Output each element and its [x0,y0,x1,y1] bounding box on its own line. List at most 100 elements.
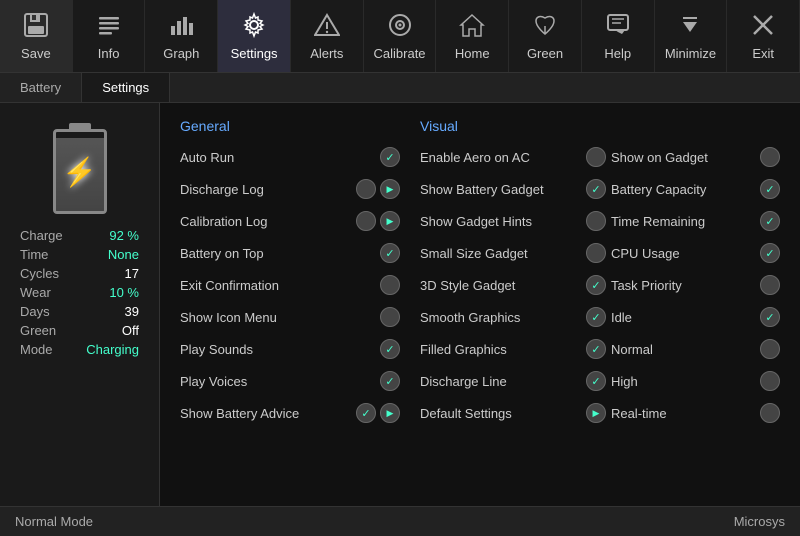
smooth-graphics-toggle[interactable] [586,307,606,327]
status-bar: Normal Mode Microsys [0,506,800,536]
setting-high: High [611,370,780,392]
show-icon-menu-toggle[interactable] [380,307,400,327]
visual-title: Visual [420,118,606,134]
stat-cycles: Cycles 17 [15,266,144,281]
nav-graph[interactable]: Graph [145,0,218,72]
setting-show-battery-gadget: Show Battery Gadget [420,178,606,200]
show-battery-advice-play[interactable] [380,403,400,423]
calibration-log-play[interactable] [380,211,400,231]
settings-panel: General Auto Run Discharge Log [160,103,800,506]
idle-toggle[interactable] [760,307,780,327]
general-title: General [180,118,400,134]
home-icon [459,12,485,42]
play-voices-toggle[interactable] [380,371,400,391]
nav-save-label: Save [21,46,51,61]
nav-help-label: Help [604,46,631,61]
setting-exit-confirmation: Exit Confirmation [180,274,400,296]
cpu-usage-toggle[interactable] [760,243,780,263]
main-content: ⚡ Charge 92 % Time None Cycles 17 Wear 1… [0,103,800,506]
enable-aero-toggle[interactable] [586,147,606,167]
discharge-log-play[interactable] [380,179,400,199]
setting-show-battery-advice: Show Battery Advice [180,402,400,424]
auto-run-toggle[interactable] [380,147,400,167]
high-toggle[interactable] [760,371,780,391]
status-left: Normal Mode [15,514,93,529]
save-icon [23,12,49,42]
setting-play-voices: Play Voices [180,370,400,392]
play-sounds-toggle[interactable] [380,339,400,359]
graph-icon [168,12,194,42]
setting-discharge-line: Discharge Line [420,370,606,392]
nav-minimize-label: Minimize [665,46,716,61]
nav-home[interactable]: Home [436,0,509,72]
setting-show-icon-menu: Show Icon Menu [180,306,400,328]
battery-lightning: ⚡ [62,155,97,188]
3d-style-gadget-toggle[interactable] [586,275,606,295]
setting-show-gadget-hints: Show Gadget Hints [420,210,606,232]
setting-task-priority: Task Priority [611,274,780,296]
nav-calibrate[interactable]: Calibrate [364,0,437,72]
nav-settings[interactable]: Settings [218,0,291,72]
calibration-log-toggle[interactable] [356,211,376,231]
settings-icon [241,12,267,42]
nav-info-label: Info [98,46,120,61]
nav-help[interactable]: Help [582,0,655,72]
alerts-icon [314,12,340,42]
time-remaining-toggle[interactable] [760,211,780,231]
stat-green: Green Off [15,323,144,338]
setting-smooth-graphics: Smooth Graphics [420,306,606,328]
setting-auto-run: Auto Run [180,146,400,168]
exit-icon [750,12,776,42]
show-gadget-hints-toggle[interactable] [586,211,606,231]
setting-normal: Normal [611,338,780,360]
discharge-line-toggle[interactable] [586,371,606,391]
normal-toggle[interactable] [760,339,780,359]
breadcrumb-battery[interactable]: Battery [0,73,82,102]
setting-enable-aero: Enable Aero on AC [420,146,606,168]
exit-confirmation-toggle[interactable] [380,275,400,295]
setting-3d-style-gadget: 3D Style Gadget [420,274,606,296]
nav-exit[interactable]: Exit [727,0,800,72]
calibrate-icon [387,12,413,42]
nav-alerts[interactable]: Alerts [291,0,364,72]
setting-idle: Idle [611,306,780,328]
task-priority-toggle[interactable] [760,275,780,295]
setting-battery-on-top: Battery on Top [180,242,400,264]
minimize-icon [677,12,703,42]
nav-calibrate-label: Calibrate [374,46,426,61]
show-on-gadget-toggle[interactable] [760,147,780,167]
sidebar: ⚡ Charge 92 % Time None Cycles 17 Wear 1… [0,103,160,506]
show-battery-gadget-toggle[interactable] [586,179,606,199]
setting-discharge-log: Discharge Log [180,178,400,200]
breadcrumb-settings[interactable]: Settings [82,73,170,102]
show-battery-advice-toggle[interactable] [356,403,376,423]
setting-calibration-log: Calibration Log [180,210,400,232]
default-settings-play[interactable] [586,403,606,423]
small-size-gadget-toggle[interactable] [586,243,606,263]
nav-info[interactable]: Info [73,0,146,72]
status-right: Microsys [734,514,785,529]
nav-save[interactable]: Save [0,0,73,72]
breadcrumb: Battery Settings [0,73,800,103]
setting-play-sounds: Play Sounds [180,338,400,360]
discharge-log-toggle[interactable] [356,179,376,199]
battery-on-top-toggle[interactable] [380,243,400,263]
setting-filled-graphics: Filled Graphics [420,338,606,360]
battery-capacity-toggle[interactable] [760,179,780,199]
nav-settings-label: Settings [231,46,278,61]
battery-icon: ⚡ [53,123,107,214]
battery-shell: ⚡ [53,129,107,214]
nav-graph-label: Graph [163,46,199,61]
help-icon [605,12,631,42]
nav-home-label: Home [455,46,490,61]
nav-minimize[interactable]: Minimize [655,0,728,72]
realtime-toggle[interactable] [760,403,780,423]
setting-time-remaining: Time Remaining [611,210,780,232]
stat-time: Time None [15,247,144,262]
nav-green[interactable]: Green [509,0,582,72]
stat-days: Days 39 [15,304,144,319]
filled-graphics-toggle[interactable] [586,339,606,359]
green-icon [532,12,558,42]
stat-charge: Charge 92 % [15,228,144,243]
nav-exit-label: Exit [752,46,774,61]
